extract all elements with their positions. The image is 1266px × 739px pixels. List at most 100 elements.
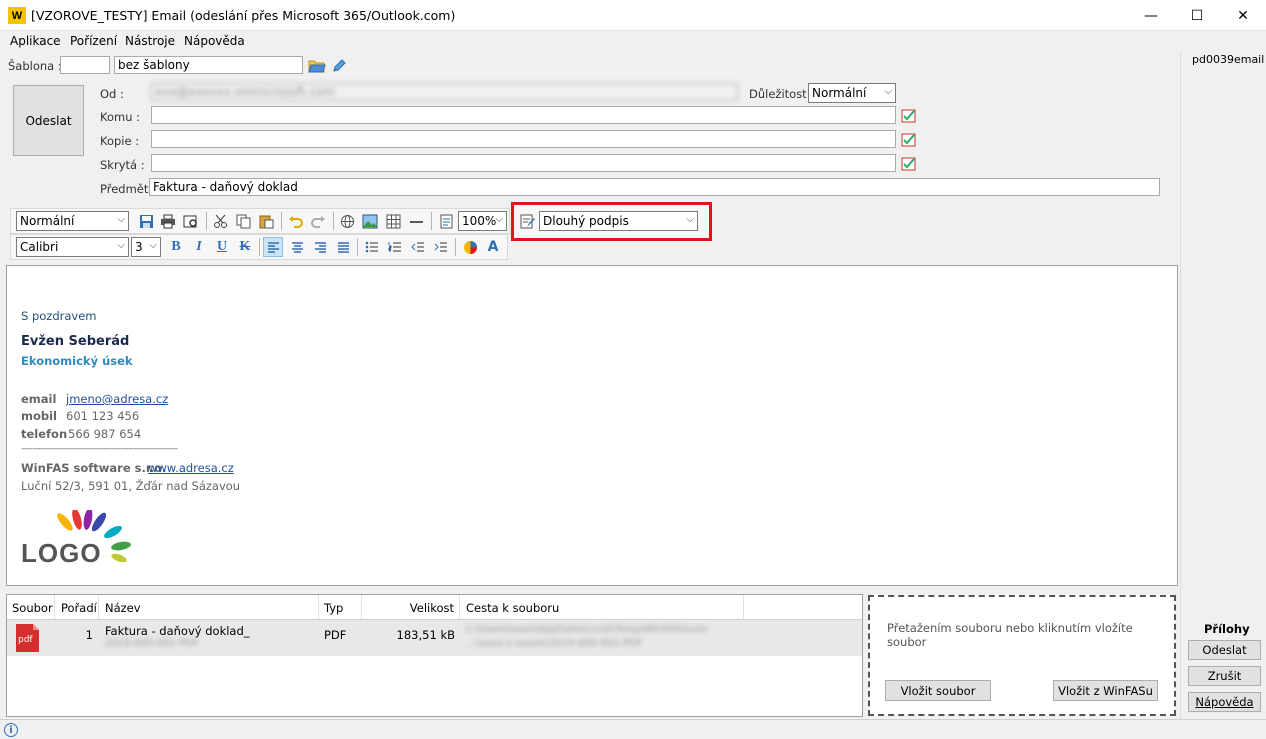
from-input: xxx@xxxxxx.onmicrosoft.com	[151, 83, 738, 101]
signature-select[interactable]: Dlouhý podpis ⌵	[539, 211, 698, 231]
send-button[interactable]: Odeslat	[13, 85, 84, 156]
toolbar-separator	[259, 238, 260, 256]
column-header-size[interactable]: Velikost	[362, 595, 460, 619]
column-header-file[interactable]: Soubor	[7, 595, 55, 619]
cc-input[interactable]	[151, 130, 896, 148]
table-row[interactable]: pdf 1 Faktura - daňový doklad_ 2019-000-…	[7, 620, 862, 656]
close-button[interactable]: ✕	[1220, 0, 1266, 31]
font-size-value: 3	[135, 240, 143, 254]
to-input[interactable]	[151, 106, 896, 124]
redo-icon[interactable]	[308, 211, 328, 231]
signature-website-link[interactable]: www.adresa.cz	[148, 461, 234, 475]
menu-porizeni[interactable]: Pořízení	[70, 34, 117, 48]
numbered-list-icon[interactable]	[385, 237, 405, 257]
row-size: 183,51 kB	[396, 628, 455, 642]
print-preview-icon[interactable]	[181, 211, 201, 231]
template-name-input[interactable]: bez šablony	[114, 56, 303, 74]
info-icon[interactable]: i	[4, 723, 18, 737]
bcc-input[interactable]	[151, 154, 896, 172]
address-book-icon[interactable]	[900, 154, 918, 172]
status-bar: i	[0, 719, 1266, 739]
signature-icon[interactable]	[517, 211, 537, 231]
print-icon[interactable]	[158, 211, 178, 231]
align-center-icon[interactable]	[287, 237, 307, 257]
subject-label: Předmět :	[100, 182, 156, 196]
column-header-name[interactable]: Název	[99, 595, 319, 619]
address-book-icon[interactable]	[900, 130, 918, 148]
bold-icon[interactable]: B	[166, 237, 186, 257]
strikethrough-icon[interactable]: K	[235, 237, 255, 257]
help-button[interactable]: Nápověda	[1188, 692, 1261, 712]
cc-label: Kopie :	[100, 134, 140, 148]
save-icon[interactable]	[136, 211, 156, 231]
horizontal-line-icon[interactable]	[406, 211, 426, 231]
column-header-path[interactable]: Cesta k souboru	[460, 595, 744, 619]
file-drop-zone[interactable]: Přetažením souboru nebo kliknutím vložít…	[868, 595, 1176, 716]
toolbar-separator	[333, 212, 334, 230]
drop-zone-hint: Přetažením souboru nebo kliknutím vložít…	[887, 621, 1133, 649]
window-title: [VZOROVE_TESTY] Email (odeslání přes Mic…	[31, 8, 456, 23]
chevron-down-icon: ⌵	[149, 240, 157, 251]
attachments-table: Soubor Pořadí Název Typ Velikost Cesta k…	[6, 594, 863, 717]
align-justify-icon[interactable]	[333, 237, 353, 257]
signature-company: WinFAS software s.r.o.	[21, 461, 167, 475]
column-header-type[interactable]: Typ	[319, 595, 362, 619]
zoom-select[interactable]: 100% ⌵	[458, 211, 507, 231]
email-body-editor[interactable]: S pozdravem Evžen Seberád Ekonomický úse…	[6, 265, 1178, 586]
right-panel: pd0039email Přílohy Odeslat Zrušit Nápov…	[1180, 51, 1266, 719]
bullet-list-icon[interactable]	[362, 237, 382, 257]
importance-select[interactable]: Normální ⌵	[808, 83, 896, 103]
signature-phone-value: 566 987 654	[68, 427, 142, 441]
signature-divider: ----------------------------------------…	[21, 444, 178, 454]
menu-napoveda[interactable]: Nápověda	[184, 34, 245, 48]
paragraph-style-select[interactable]: Normální ⌵	[16, 211, 129, 231]
font-family-select[interactable]: Calibri ⌵	[16, 237, 129, 257]
signature-department: Ekonomický úsek	[21, 354, 133, 368]
align-right-icon[interactable]	[310, 237, 330, 257]
importance-value: Normální	[812, 86, 867, 100]
column-header-order[interactable]: Pořadí	[55, 595, 99, 619]
chevron-down-icon: ⌵	[117, 214, 125, 225]
insert-file-button[interactable]: Vložit soubor	[885, 680, 991, 701]
italic-icon[interactable]: I	[189, 237, 209, 257]
importance-label: Důležitost :	[749, 87, 815, 101]
align-left-icon[interactable]	[263, 237, 283, 257]
row-type: PDF	[324, 628, 347, 642]
hyperlink-globe-icon[interactable]	[337, 211, 357, 231]
signature-address: Luční 52/3, 591 01, Žďár nad Sázavou	[21, 479, 241, 493]
font-size-select[interactable]: 3 ⌵	[131, 237, 161, 257]
chevron-down-icon: ⌵	[117, 240, 125, 251]
toolbar-separator	[431, 212, 432, 230]
zoom-value: 100%	[462, 214, 497, 228]
chevron-down-icon: ⌵	[495, 214, 503, 225]
chevron-down-icon: ⌵	[686, 214, 694, 225]
menu-nastroje[interactable]: Nástroje	[125, 34, 175, 48]
address-book-icon[interactable]	[900, 106, 918, 124]
subject-input[interactable]: Faktura - daňový doklad	[149, 178, 1160, 196]
minimize-button[interactable]: —	[1128, 0, 1174, 31]
app-logo: W	[8, 7, 26, 24]
underline-icon[interactable]: U	[212, 237, 232, 257]
signature-email-label: email	[21, 392, 57, 406]
open-folder-icon[interactable]	[308, 57, 326, 75]
indent-icon[interactable]	[431, 237, 451, 257]
send-side-button[interactable]: Odeslat	[1188, 640, 1261, 660]
cancel-button[interactable]: Zrušit	[1188, 666, 1261, 686]
insert-from-winfas-button[interactable]: Vložit z WinFASu	[1053, 680, 1158, 701]
insert-table-icon[interactable]	[383, 211, 403, 231]
paste-icon[interactable]	[256, 211, 276, 231]
outdent-icon[interactable]	[408, 237, 428, 257]
maximize-button[interactable]: ☐	[1174, 0, 1220, 31]
color-palette-icon[interactable]	[460, 237, 480, 257]
font-color-icon[interactable]: A	[483, 237, 503, 257]
template-code-input[interactable]	[60, 56, 110, 74]
template-label: Šablona :	[8, 59, 62, 73]
edit-pencil-icon[interactable]	[330, 57, 348, 75]
page-settings-icon[interactable]	[436, 211, 456, 231]
signature-email-link[interactable]: jmeno@adresa.cz	[66, 392, 168, 406]
undo-icon[interactable]	[285, 211, 305, 231]
copy-icon[interactable]	[233, 211, 253, 231]
menu-aplikace[interactable]: Aplikace	[10, 34, 61, 48]
cut-icon[interactable]	[210, 211, 230, 231]
insert-image-icon[interactable]	[360, 211, 380, 231]
